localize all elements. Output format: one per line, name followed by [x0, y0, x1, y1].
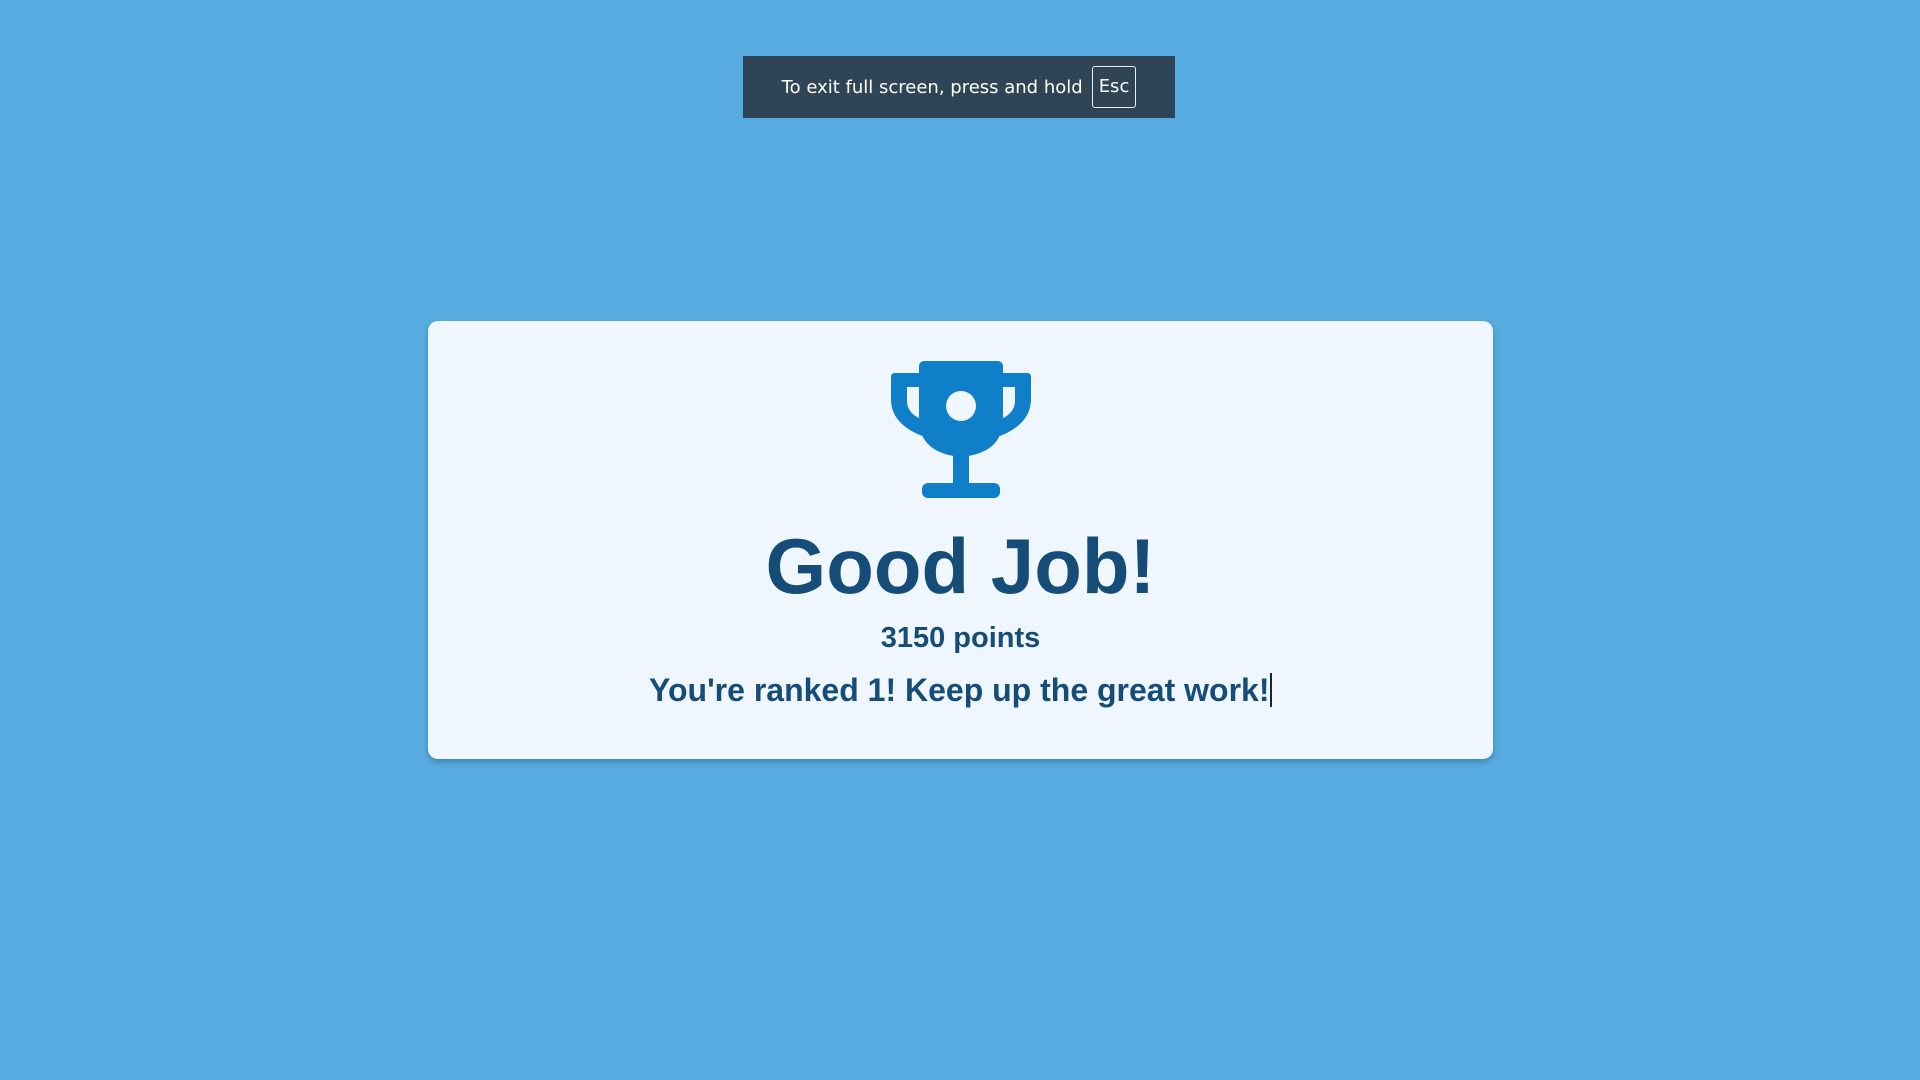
fullscreen-exit-message: To exit full screen, press and hold: [781, 76, 1083, 98]
result-title: Good Job!: [765, 522, 1156, 610]
result-card: Good Job! 3150 points You're ranked 1! K…: [428, 321, 1493, 759]
trophy-icon: [890, 361, 1031, 498]
fullscreen-exit-notice: To exit full screen, press and hold Esc: [743, 56, 1175, 118]
points-text: 3150 points: [880, 622, 1041, 654]
rank-text: You're ranked 1! Keep up the great work!: [649, 672, 1270, 708]
text-caret: [1270, 673, 1272, 707]
esc-key-badge: Esc: [1091, 66, 1137, 108]
rank-message: You're ranked 1! Keep up the great work!: [428, 669, 1493, 711]
